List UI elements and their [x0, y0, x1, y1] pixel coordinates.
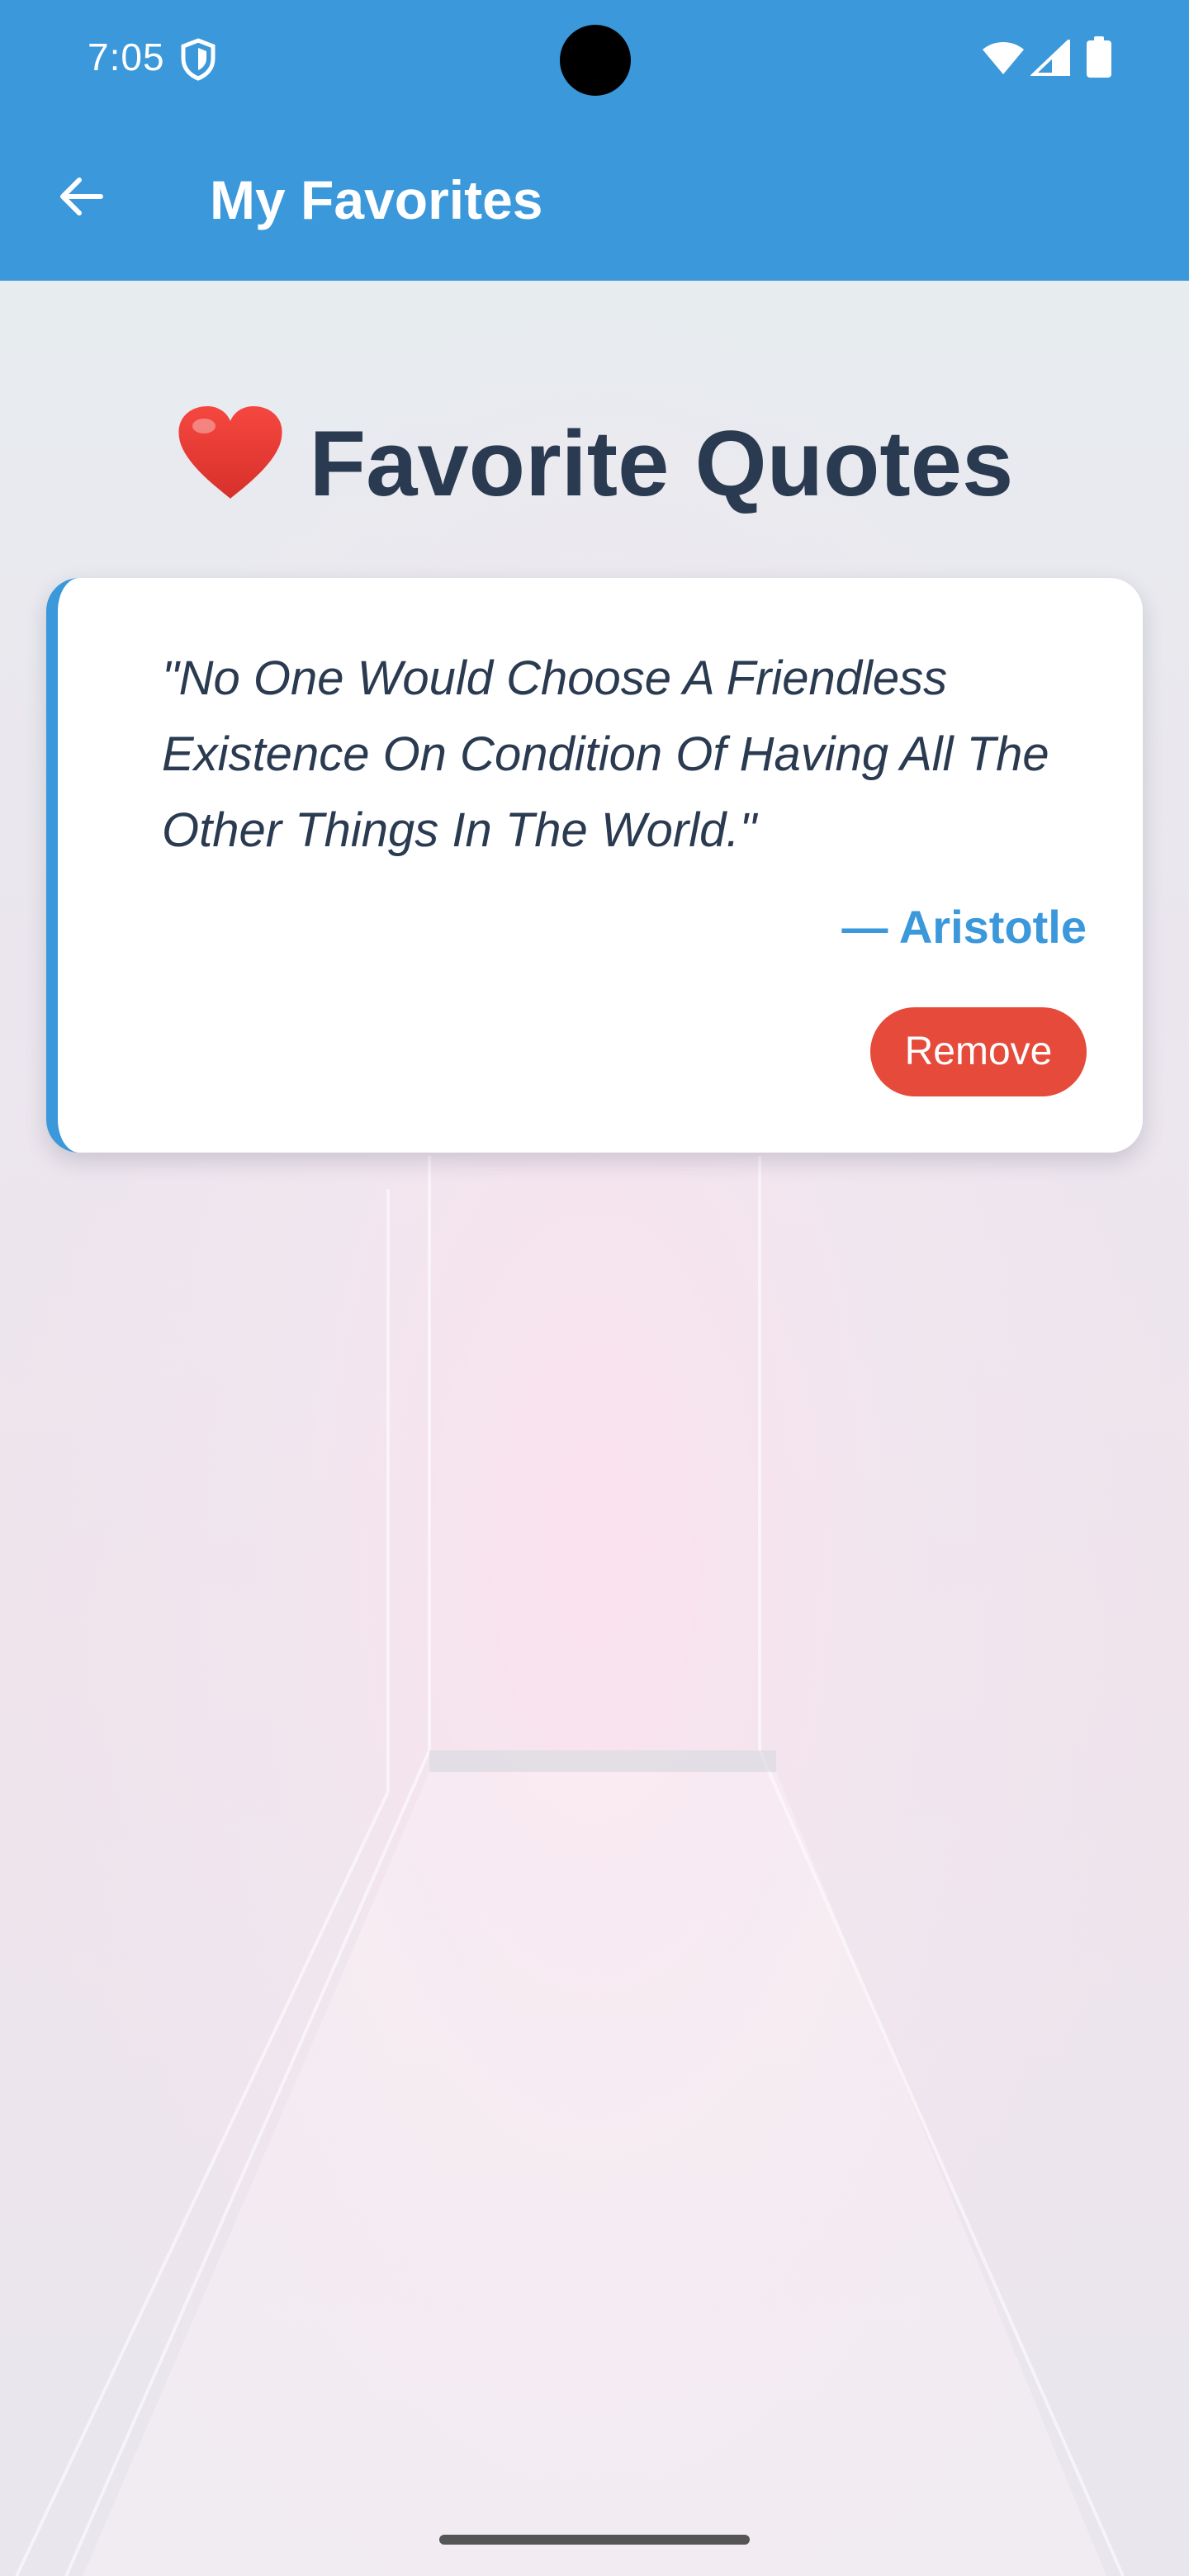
home-indicator[interactable]: [439, 2535, 750, 2545]
signal-icon: [1030, 37, 1070, 80]
quote-text: "No One Would Choose A Friendless Existe…: [162, 651, 1049, 857]
back-button[interactable]: [41, 159, 121, 238]
app-bar: My Favorites: [0, 117, 1189, 281]
app-bar-title: My Favorites: [210, 169, 543, 230]
arrow-left-icon: [56, 172, 106, 225]
camera-cutout: [560, 25, 631, 96]
battery-icon: [1087, 36, 1111, 82]
shield-icon: [180, 38, 216, 85]
remove-button[interactable]: Remove: [870, 1007, 1087, 1096]
status-bar: 7:05: [0, 0, 1189, 117]
favorite-quote-card: "No One Would Choose A Friendless Existe…: [46, 578, 1143, 1153]
page-title-text: Favorite Quotes: [309, 412, 1014, 515]
status-time: 7:05: [88, 36, 165, 78]
favorites-screen: 7:05 My Favorites Favorite Quotes "No On…: [0, 0, 1189, 2576]
page-title: Favorite Quotes: [0, 405, 1189, 523]
heart-icon: [176, 405, 285, 523]
quote-author: — Aristotle: [841, 901, 1087, 953]
wifi-icon: [981, 40, 1026, 80]
